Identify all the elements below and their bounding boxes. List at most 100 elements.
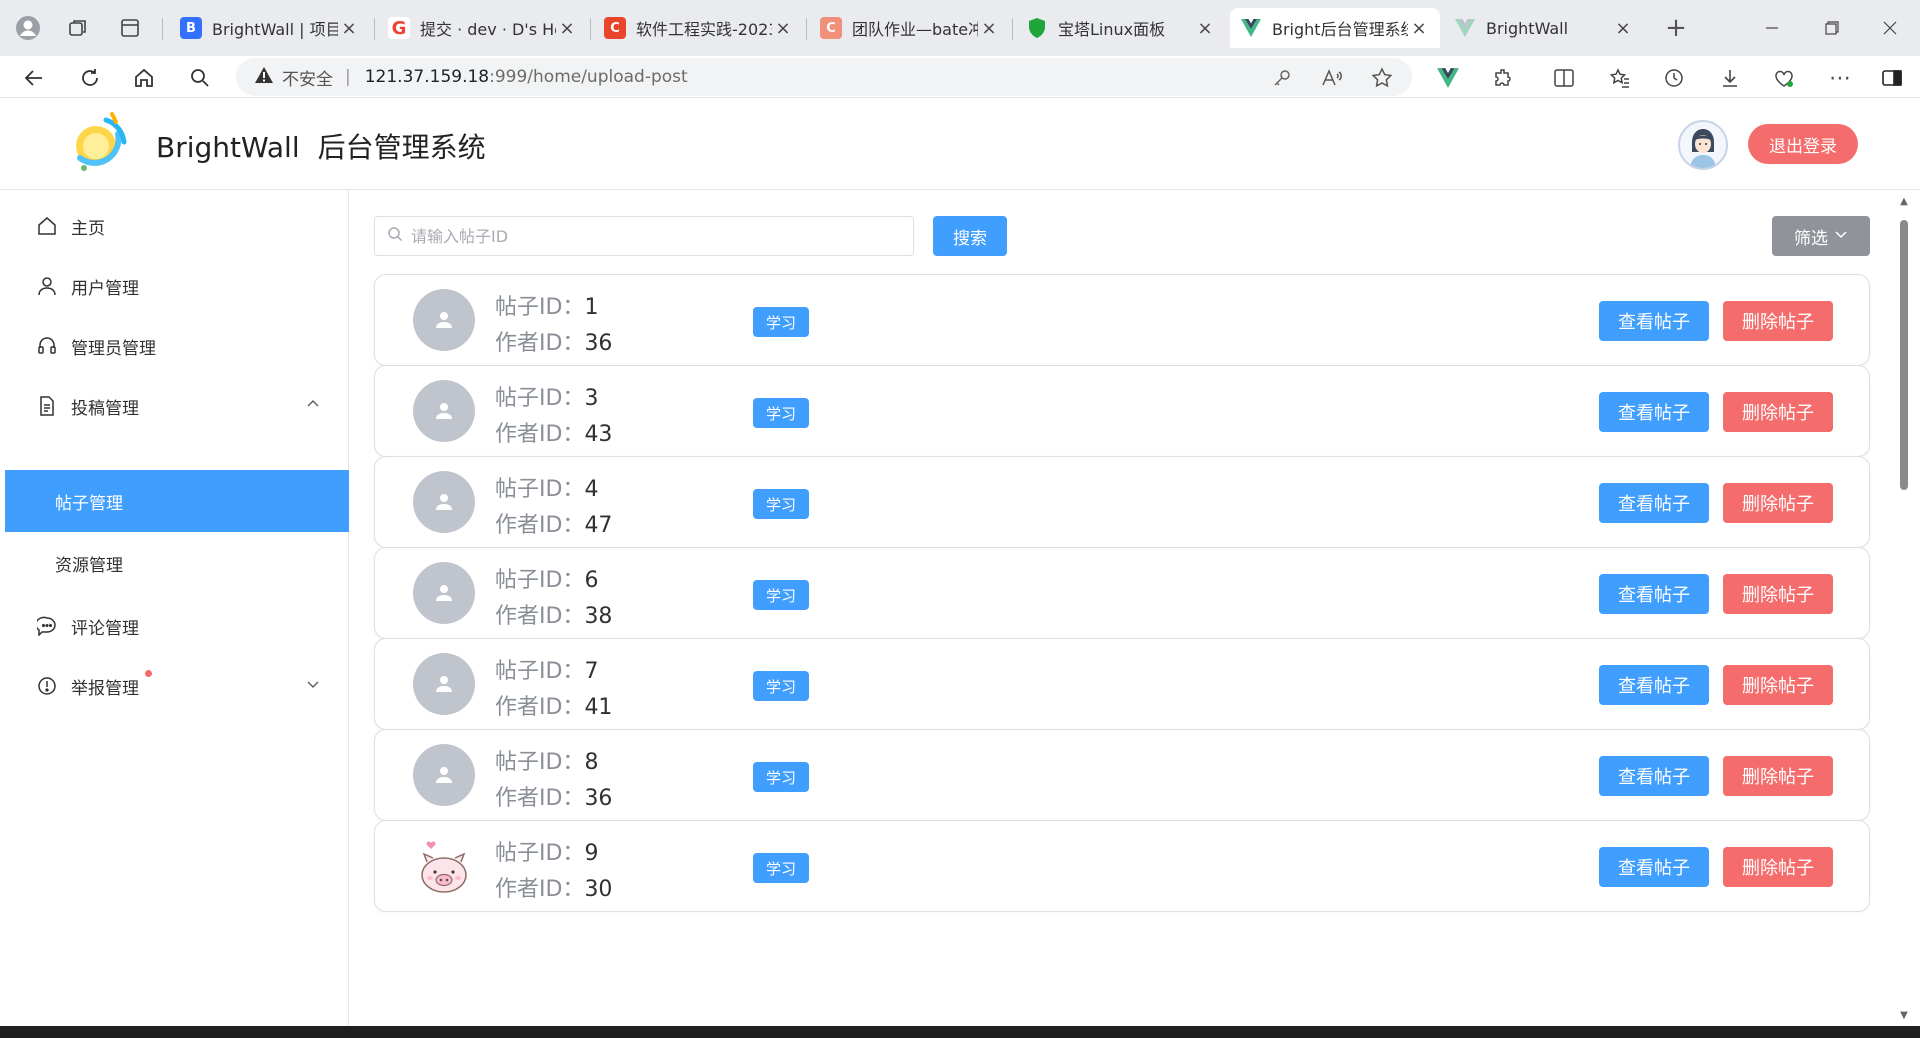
- sidebar-item-resource-management[interactable]: 资源管理: [5, 532, 349, 594]
- author-id-label: 作者ID：: [495, 786, 585, 811]
- close-tab-icon[interactable]: ×: [772, 18, 794, 39]
- close-tab-icon[interactable]: ×: [1612, 18, 1634, 39]
- document-icon: [35, 394, 59, 418]
- post-id-label: 帖子ID：: [495, 750, 585, 775]
- security-label[interactable]: 不安全: [282, 65, 333, 90]
- tab-separator: [590, 18, 591, 40]
- close-tab-icon[interactable]: ×: [978, 18, 1000, 39]
- vertical-tabs-icon[interactable]: [114, 12, 146, 44]
- sidebar-item-submissions[interactable]: 投稿管理: [5, 376, 349, 436]
- search-input[interactable]: [411, 226, 913, 246]
- sidebar-item-reports[interactable]: 举报管理: [5, 656, 349, 716]
- home-icon[interactable]: [128, 62, 160, 94]
- vue-devtools-icon[interactable]: [1434, 64, 1462, 92]
- history-icon[interactable]: [1660, 64, 1688, 92]
- delete-post-button[interactable]: 删除帖子: [1723, 301, 1833, 341]
- delete-post-button[interactable]: 删除帖子: [1723, 756, 1833, 796]
- category-tag: 学习: [753, 398, 809, 428]
- sidebar-item-post-management[interactable]: 帖子管理: [5, 470, 349, 532]
- system-name: 后台管理系统: [317, 131, 486, 164]
- author-id-value: 47: [584, 513, 613, 538]
- close-tab-icon[interactable]: ×: [1194, 18, 1216, 39]
- post-card: 帖子ID：9 作者ID：30 学习 查看帖子 删除帖子: [374, 820, 1870, 912]
- tab-gitee-commit[interactable]: G 提交 · dev · D's Home ×: [378, 8, 588, 48]
- tab-favicon-icon: G: [388, 17, 410, 39]
- logout-button[interactable]: 退出登录: [1748, 124, 1858, 164]
- delete-post-button[interactable]: 删除帖子: [1723, 574, 1833, 614]
- downloads-icon[interactable]: [1716, 64, 1744, 92]
- post-id-label: 帖子ID：: [495, 386, 585, 411]
- sidebar-item-admins[interactable]: 管理员管理: [5, 316, 349, 376]
- home-icon: [35, 214, 59, 238]
- close-tab-icon[interactable]: ×: [556, 18, 578, 39]
- sidebar-item-home[interactable]: 主页: [5, 196, 349, 256]
- delete-post-button[interactable]: 删除帖子: [1723, 665, 1833, 705]
- post-id-row: 帖子ID：9: [495, 835, 598, 867]
- author-id-value: 30: [584, 877, 613, 902]
- url-field[interactable]: 不安全 | 121.37.159.18 :999/home/upload-pos…: [236, 58, 1412, 96]
- delete-post-button[interactable]: 删除帖子: [1723, 392, 1833, 432]
- scroll-up-icon[interactable]: ▲: [1898, 196, 1910, 208]
- close-tab-icon[interactable]: ×: [1408, 18, 1430, 39]
- minimize-icon[interactable]: [1752, 12, 1792, 44]
- sidebar-item-label: 主页: [71, 218, 105, 239]
- new-tab-icon[interactable]: +: [1660, 12, 1692, 44]
- sidebar-item-comments[interactable]: 评论管理: [5, 596, 349, 656]
- close-window-icon[interactable]: [1870, 12, 1910, 44]
- delete-post-button[interactable]: 删除帖子: [1723, 483, 1833, 523]
- extensions-icon[interactable]: [1490, 64, 1518, 92]
- search-icon[interactable]: [184, 62, 216, 94]
- author-id-row: 作者ID：41: [495, 689, 612, 721]
- user-icon: [436, 676, 452, 692]
- tab-software-engineering[interactable]: C 软件工程实践-2023 ×: [594, 8, 804, 48]
- filter-dropdown[interactable]: 筛选: [1772, 216, 1870, 256]
- post-id-value: 4: [584, 477, 599, 502]
- sidebar-item-users[interactable]: 用户管理: [5, 256, 349, 316]
- author-avatar: [413, 471, 475, 533]
- view-post-button[interactable]: 查看帖子: [1599, 483, 1709, 523]
- admin-avatar[interactable]: [1678, 120, 1728, 170]
- author-id-value: 41: [584, 695, 613, 720]
- chevron-up-icon: [305, 396, 323, 414]
- close-tab-icon[interactable]: ×: [338, 18, 360, 39]
- author-avatar: [413, 380, 475, 442]
- tab-baota-panel[interactable]: 宝塔Linux面板 ×: [1016, 8, 1226, 48]
- post-id-row: 帖子ID：7: [495, 653, 598, 685]
- read-aloud-icon[interactable]: [1318, 64, 1346, 92]
- performance-heart-icon[interactable]: [1770, 64, 1798, 92]
- warning-icon: [254, 66, 274, 89]
- delete-post-button[interactable]: 删除帖子: [1723, 847, 1833, 887]
- category-tag: 学习: [753, 762, 809, 792]
- view-post-button[interactable]: 查看帖子: [1599, 847, 1709, 887]
- favorite-star-icon[interactable]: [1368, 64, 1396, 92]
- scrollbar-thumb[interactable]: [1900, 220, 1908, 490]
- back-icon[interactable]: [18, 62, 50, 94]
- sidebar-toggle-icon[interactable]: [1878, 64, 1906, 92]
- author-id-value: 36: [584, 331, 613, 356]
- view-post-button[interactable]: 查看帖子: [1599, 574, 1709, 614]
- split-screen-icon[interactable]: [1550, 64, 1578, 92]
- author-id-row: 作者ID：47: [495, 507, 612, 539]
- view-post-button[interactable]: 查看帖子: [1599, 301, 1709, 341]
- profile-icon[interactable]: [12, 12, 44, 44]
- page-scrollbar[interactable]: ▲ ▼: [1894, 196, 1914, 1022]
- tab-brightwall-project[interactable]: B BrightWall | 项目管理 ×: [170, 8, 370, 48]
- restore-icon[interactable]: [1812, 12, 1852, 44]
- view-post-button[interactable]: 查看帖子: [1599, 756, 1709, 796]
- tab-separator: [1012, 18, 1013, 40]
- refresh-icon[interactable]: [74, 62, 106, 94]
- tab-separator: [374, 18, 375, 40]
- key-icon[interactable]: [1268, 64, 1296, 92]
- search-button[interactable]: 搜索: [933, 216, 1007, 256]
- user-icon: [436, 494, 452, 510]
- view-post-button[interactable]: 查看帖子: [1599, 665, 1709, 705]
- favorites-icon[interactable]: [1606, 64, 1634, 92]
- tab-bright-admin[interactable]: Bright后台管理系统 ×: [1230, 8, 1440, 48]
- view-post-button[interactable]: 查看帖子: [1599, 392, 1709, 432]
- vue-logo-icon: [1454, 17, 1476, 39]
- tab-brightwall[interactable]: BrightWall ×: [1444, 8, 1644, 48]
- tab-team-assignment[interactable]: C 团队作业—bate冲刺 ×: [810, 8, 1010, 48]
- workspaces-icon[interactable]: [62, 12, 94, 44]
- scroll-down-icon[interactable]: ▼: [1898, 1010, 1910, 1022]
- more-menu-icon[interactable]: ⋯: [1826, 64, 1854, 92]
